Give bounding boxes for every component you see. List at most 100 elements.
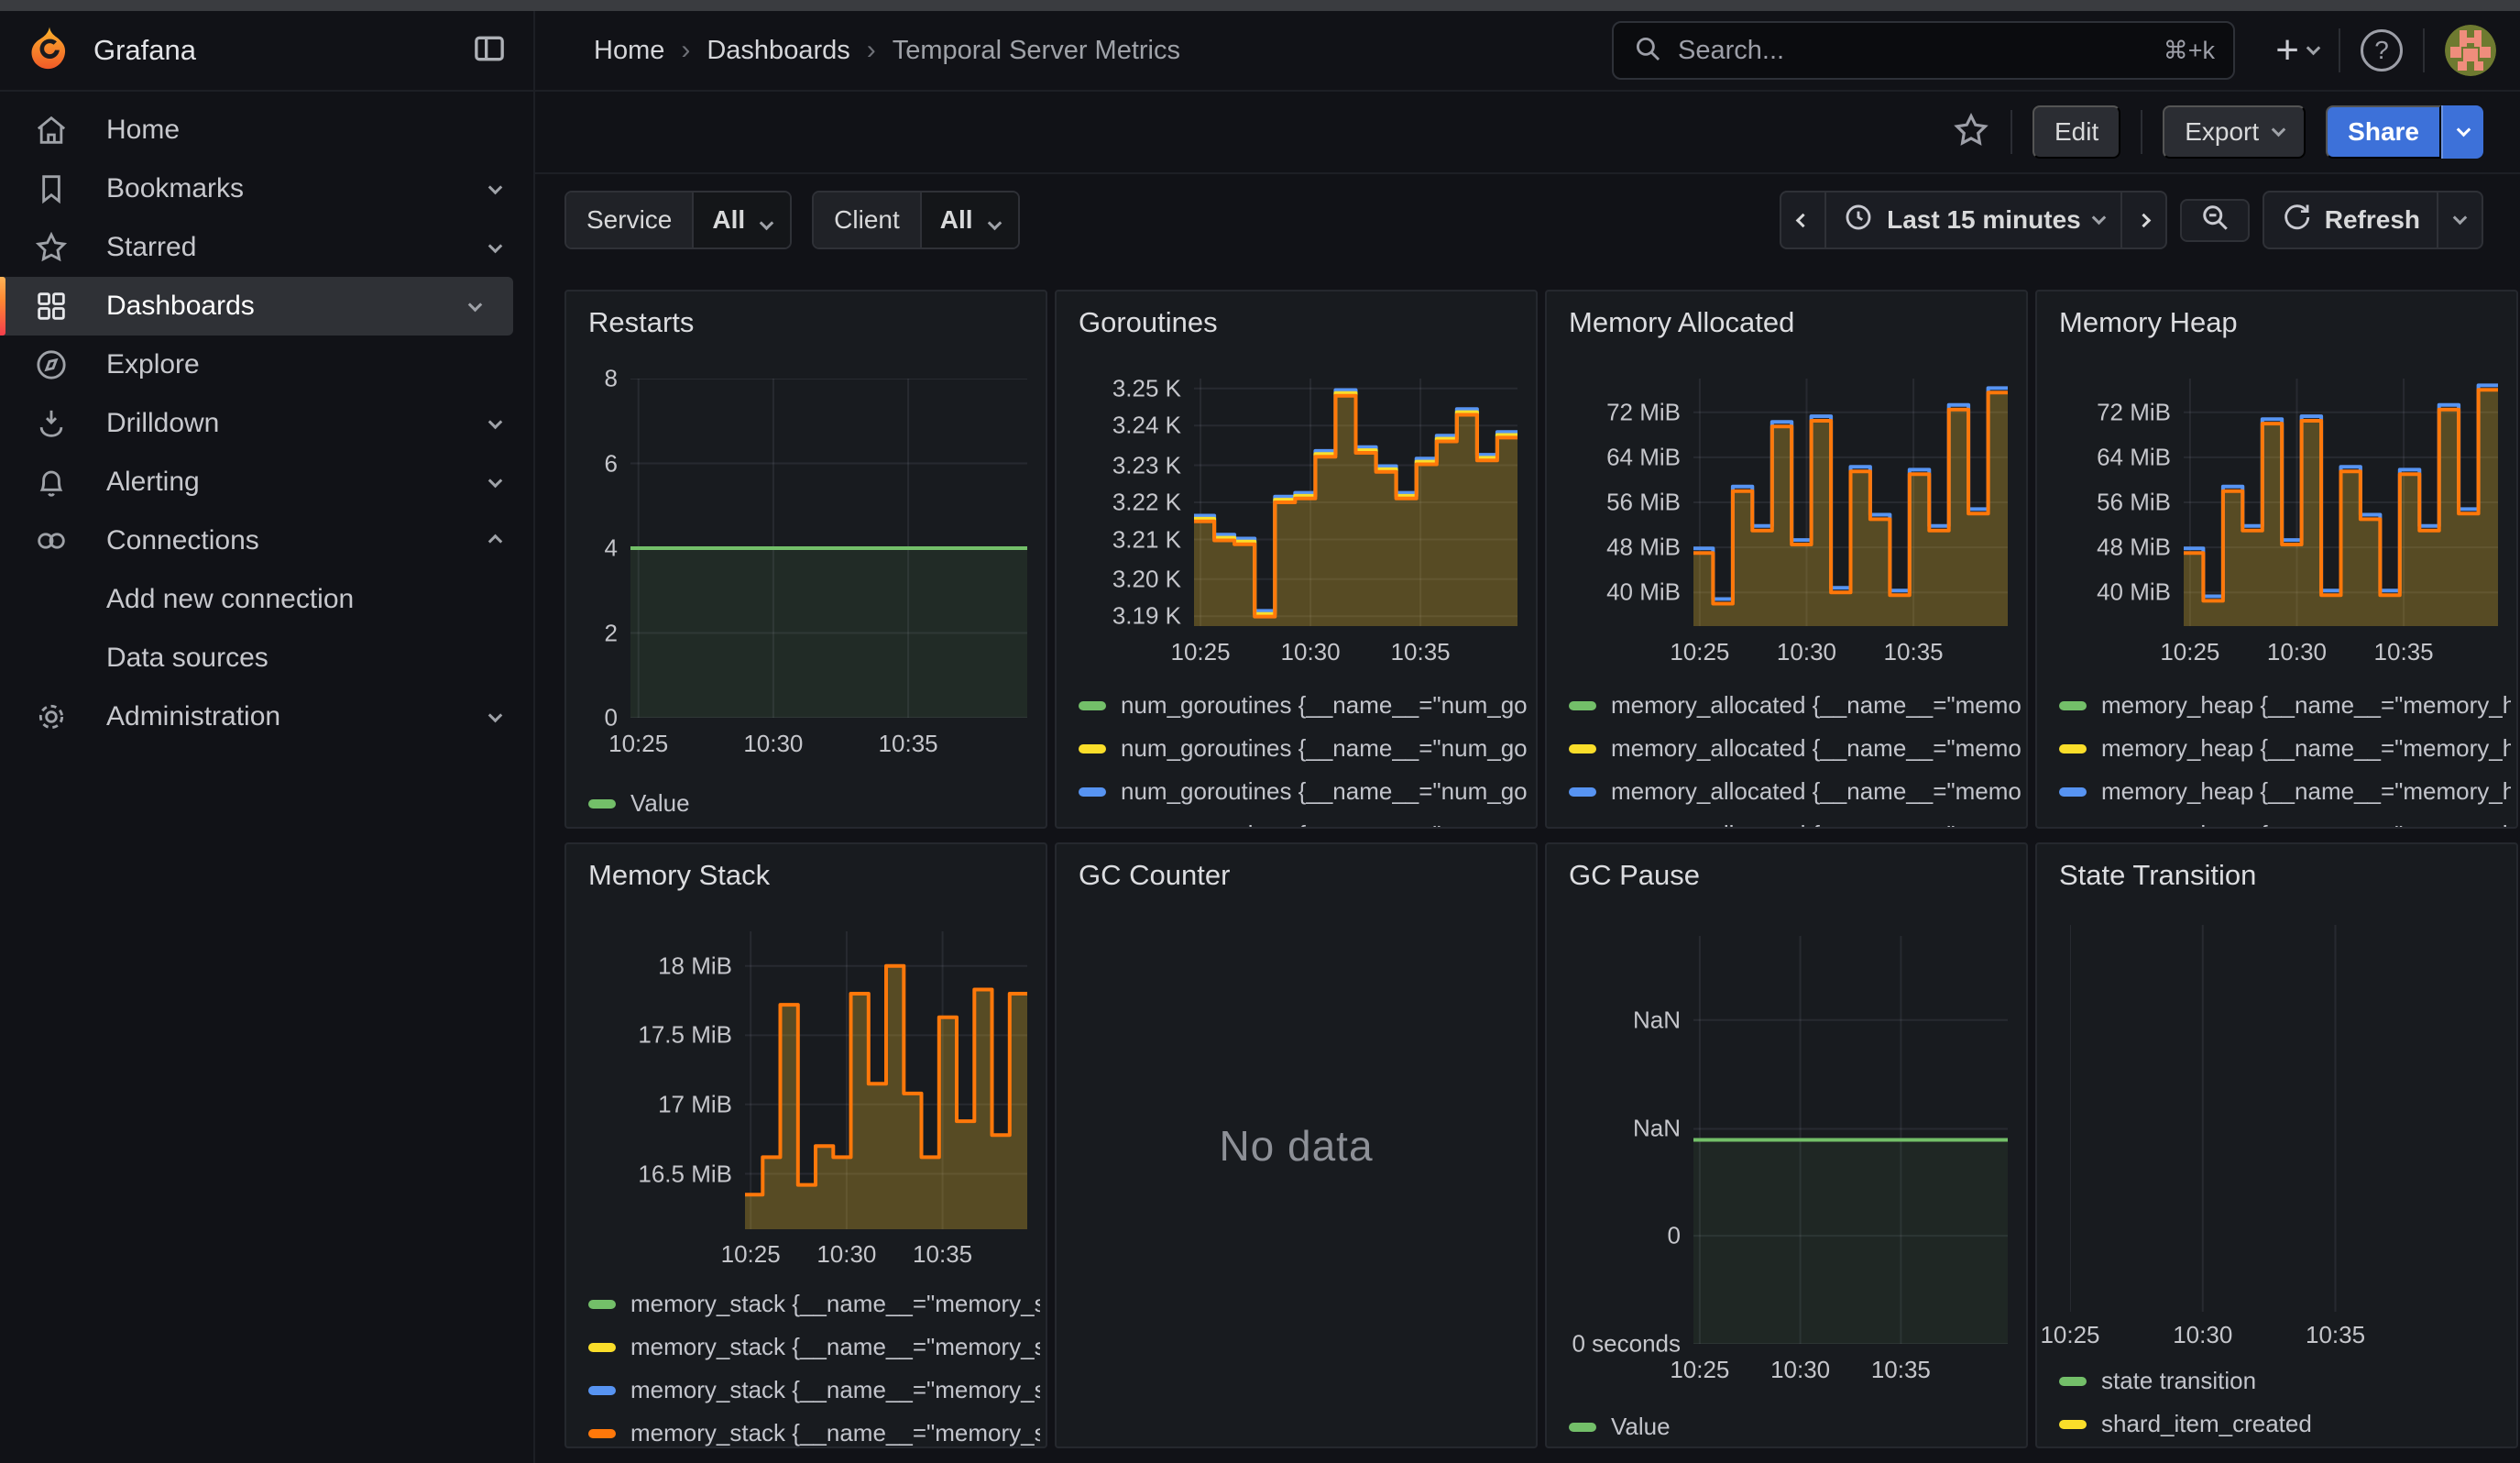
- y-axis-tick: 16.5 MiB: [566, 1160, 732, 1188]
- y-axis-tick: 4: [566, 534, 618, 563]
- search-shortcut: ⌘+k: [2164, 37, 2215, 65]
- no-data-message: No data: [1057, 1121, 1536, 1171]
- plus-icon: +: [2275, 30, 2299, 71]
- sidebar-item-alerting[interactable]: Alerting: [0, 453, 533, 512]
- chart-plot: [2070, 925, 2498, 1312]
- breadcrumb-item: Temporal Server Metrics: [893, 36, 1180, 66]
- legend-item[interactable]: memory_heap {__name__="memory_h: [2059, 770, 2511, 813]
- legend-item[interactable]: memory_allocated {__name__="memo: [1569, 813, 2021, 829]
- legend-swatch: [588, 1386, 616, 1395]
- legend-item[interactable]: memory_stack {__name__="memory_s: [588, 1369, 1040, 1412]
- legend-swatch: [2059, 1377, 2087, 1386]
- time-back-button[interactable]: [1780, 191, 1824, 249]
- legend-item[interactable]: memory_stack {__name__="memory_s: [588, 1326, 1040, 1369]
- legend: memory_stack {__name__="memory_smemory_s…: [588, 1282, 1040, 1448]
- share-button[interactable]: Share: [2326, 105, 2441, 159]
- legend-label: num_goroutines {__name__="num_go: [1121, 691, 1528, 720]
- legend-item[interactable]: memory_allocated {__name__="memo: [1569, 684, 2021, 727]
- breadcrumb-separator: ›: [867, 35, 876, 66]
- legend-swatch: [2059, 787, 2087, 797]
- legend-label: memory_stack {__name__="memory_s: [630, 1376, 1040, 1404]
- legend-item[interactable]: num_goroutines {__name__="num_go: [1079, 727, 1530, 770]
- add-button[interactable]: +: [2275, 30, 2318, 71]
- search-box[interactable]: ⌘+k: [1612, 21, 2235, 80]
- legend-item[interactable]: memory_allocated {__name__="memo: [1569, 770, 2021, 813]
- help-button[interactable]: ?: [2361, 29, 2403, 72]
- legend-item[interactable]: memory_stack {__name__="memory_s: [588, 1412, 1040, 1448]
- sidebar-item-label: Data sources: [106, 643, 508, 674]
- sidebar-item-label: Bookmarks: [106, 173, 490, 204]
- legend-item[interactable]: Value: [588, 782, 1040, 825]
- legend-item[interactable]: num_goroutines {__name__="num_go: [1079, 813, 1530, 829]
- time-range-button[interactable]: Last 15 minutes: [1824, 191, 2122, 249]
- chart-plot: [630, 379, 1027, 718]
- legend: Value: [1569, 1405, 2021, 1448]
- filter-value-dropdown[interactable]: All: [694, 192, 790, 248]
- legend-item[interactable]: shard_item_created: [2059, 1402, 2511, 1446]
- chevron-down-icon: [490, 415, 500, 432]
- legend-item[interactable]: Value: [1569, 1405, 2021, 1448]
- x-axis-tick: 10:35: [1836, 1356, 1965, 1384]
- legend-label: Value: [630, 789, 690, 818]
- y-axis-tick: 56 MiB: [2037, 489, 2171, 517]
- export-label: Export: [2185, 117, 2259, 147]
- panel-title: Memory Heap: [2059, 306, 2238, 339]
- legend-swatch: [588, 1343, 616, 1352]
- sidebar-item-home[interactable]: Home: [0, 101, 533, 160]
- legend-item[interactable]: num_goroutines {__name__="num_go: [1079, 684, 1530, 727]
- filter-value-text: All: [712, 205, 745, 235]
- time-forward-button[interactable]: [2122, 191, 2167, 249]
- divider: [2339, 28, 2340, 72]
- export-button[interactable]: Export: [2163, 105, 2306, 159]
- sidebar-item-bookmarks[interactable]: Bookmarks: [0, 160, 533, 218]
- refresh-button[interactable]: Refresh: [2263, 191, 2437, 249]
- share-menu-button[interactable]: [2441, 105, 2483, 159]
- refresh-interval-button[interactable]: [2437, 191, 2483, 249]
- legend-item[interactable]: memory_heap {__name__="memory_h: [2059, 684, 2511, 727]
- x-axis-tick: 10:35: [1849, 638, 1978, 666]
- header-right: Home›Dashboards›Temporal Server Metrics …: [535, 11, 2520, 90]
- sidebar-item-label: Alerting: [106, 467, 490, 498]
- y-axis-tick: 72 MiB: [1547, 398, 1681, 426]
- bell-icon: [33, 464, 70, 500]
- time-range-group: Last 15 minutes: [1780, 191, 2167, 249]
- search-input[interactable]: [1678, 36, 2149, 66]
- edit-button[interactable]: Edit: [2032, 105, 2120, 159]
- sidebar-item-label: Dashboards: [106, 291, 470, 322]
- filter-value-text: All: [940, 205, 973, 235]
- zoom-out-icon: [2198, 201, 2231, 240]
- avatar[interactable]: [2445, 25, 2496, 76]
- sidebar-item-drilldown[interactable]: Drilldown: [0, 394, 533, 453]
- legend-item[interactable]: memory_allocated {__name__="memo: [1569, 727, 2021, 770]
- panel-gc_counter: GC CounterNo data: [1055, 842, 1538, 1448]
- legend-item[interactable]: memory_heap {__name__="memory_h: [2059, 727, 2511, 770]
- share-split-button: Share: [2326, 105, 2483, 159]
- panel-restarts: Restarts8642010:2510:3010:35Value: [564, 290, 1047, 829]
- sidebar-item-add-new-connection[interactable]: Add new connection: [0, 570, 533, 629]
- sidebar-item-dashboards[interactable]: Dashboards: [0, 277, 513, 336]
- legend-item[interactable]: memory_stack {__name__="memory_s: [588, 1282, 1040, 1326]
- sidebar-item-administration[interactable]: Administration: [0, 688, 533, 746]
- legend-item[interactable]: num_goroutines {__name__="num_go: [1079, 770, 1530, 813]
- sidebar-toggle-icon[interactable]: [471, 30, 508, 72]
- filter-value-dropdown[interactable]: All: [922, 192, 1018, 248]
- legend-swatch: [1079, 787, 1106, 797]
- zoom-out-button[interactable]: [2180, 199, 2250, 242]
- app-name: Grafana: [93, 34, 471, 67]
- chevron-down-icon: [2456, 122, 2471, 137]
- refresh-group: Refresh: [2263, 191, 2483, 249]
- sidebar-item-connections[interactable]: Connections: [0, 512, 533, 570]
- time-controls: Last 15 minutes: [1780, 191, 2483, 249]
- legend: memory_allocated {__name__="memomemory_a…: [1569, 684, 2021, 829]
- bookmark-icon: [33, 170, 70, 207]
- breadcrumb-item[interactable]: Home: [594, 36, 664, 66]
- breadcrumb-item[interactable]: Dashboards: [707, 36, 849, 66]
- legend-label: state transition: [2101, 1367, 2256, 1395]
- legend-item[interactable]: state transition: [2059, 1359, 2511, 1402]
- sidebar-item-explore[interactable]: Explore: [0, 336, 533, 394]
- legend-item[interactable]: memory_heap {__name__="memory_h: [2059, 813, 2511, 829]
- sidebar-item-data-sources[interactable]: Data sources: [0, 629, 533, 688]
- sidebar-item-starred[interactable]: Starred: [0, 218, 533, 277]
- legend-label: memory_heap {__name__="memory_h: [2101, 820, 2511, 829]
- favorite-star-icon[interactable]: [1952, 111, 1990, 154]
